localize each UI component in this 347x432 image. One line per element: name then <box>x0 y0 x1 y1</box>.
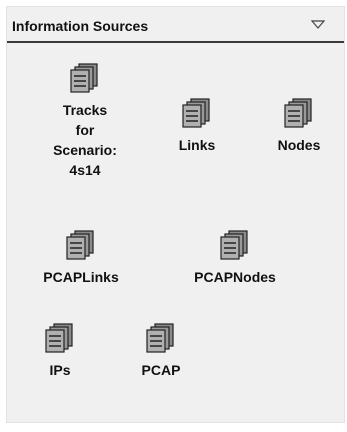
source-label-pcaplinks: PCAPLinks <box>43 269 119 285</box>
source-pcap[interactable]: PCAP <box>131 322 191 380</box>
source-label-tracks: Tracks for Scenario: 4s14 <box>53 102 117 178</box>
information-sources-panel: Information Sources Tracks for Scenario:… <box>6 6 345 423</box>
database-icon <box>66 230 94 260</box>
source-label-ips: IPs <box>49 362 71 378</box>
source-label-links: Links <box>178 137 216 153</box>
chevron-down-icon[interactable] <box>311 20 325 30</box>
database-icon <box>70 63 98 93</box>
panel-header[interactable]: Information Sources <box>7 7 344 43</box>
database-icon <box>182 98 210 128</box>
database-icon <box>220 230 248 260</box>
source-label-pcapnodes: PCAPNodes <box>194 269 276 285</box>
source-pcaplinks[interactable]: PCAPLinks <box>29 229 133 287</box>
database-icon <box>284 98 312 128</box>
source-tracks[interactable]: Tracks for Scenario: 4s14 <box>45 62 125 180</box>
source-label-pcap: PCAP <box>141 362 181 378</box>
source-links[interactable]: Links <box>167 97 227 155</box>
panel-title: Information Sources <box>12 18 149 34</box>
database-icon <box>45 323 73 353</box>
source-pcapnodes[interactable]: PCAPNodes <box>183 229 287 287</box>
database-icon <box>146 323 174 353</box>
source-nodes[interactable]: Nodes <box>267 97 331 155</box>
source-label-nodes: Nodes <box>277 137 321 153</box>
source-ips[interactable]: IPs <box>35 322 85 380</box>
